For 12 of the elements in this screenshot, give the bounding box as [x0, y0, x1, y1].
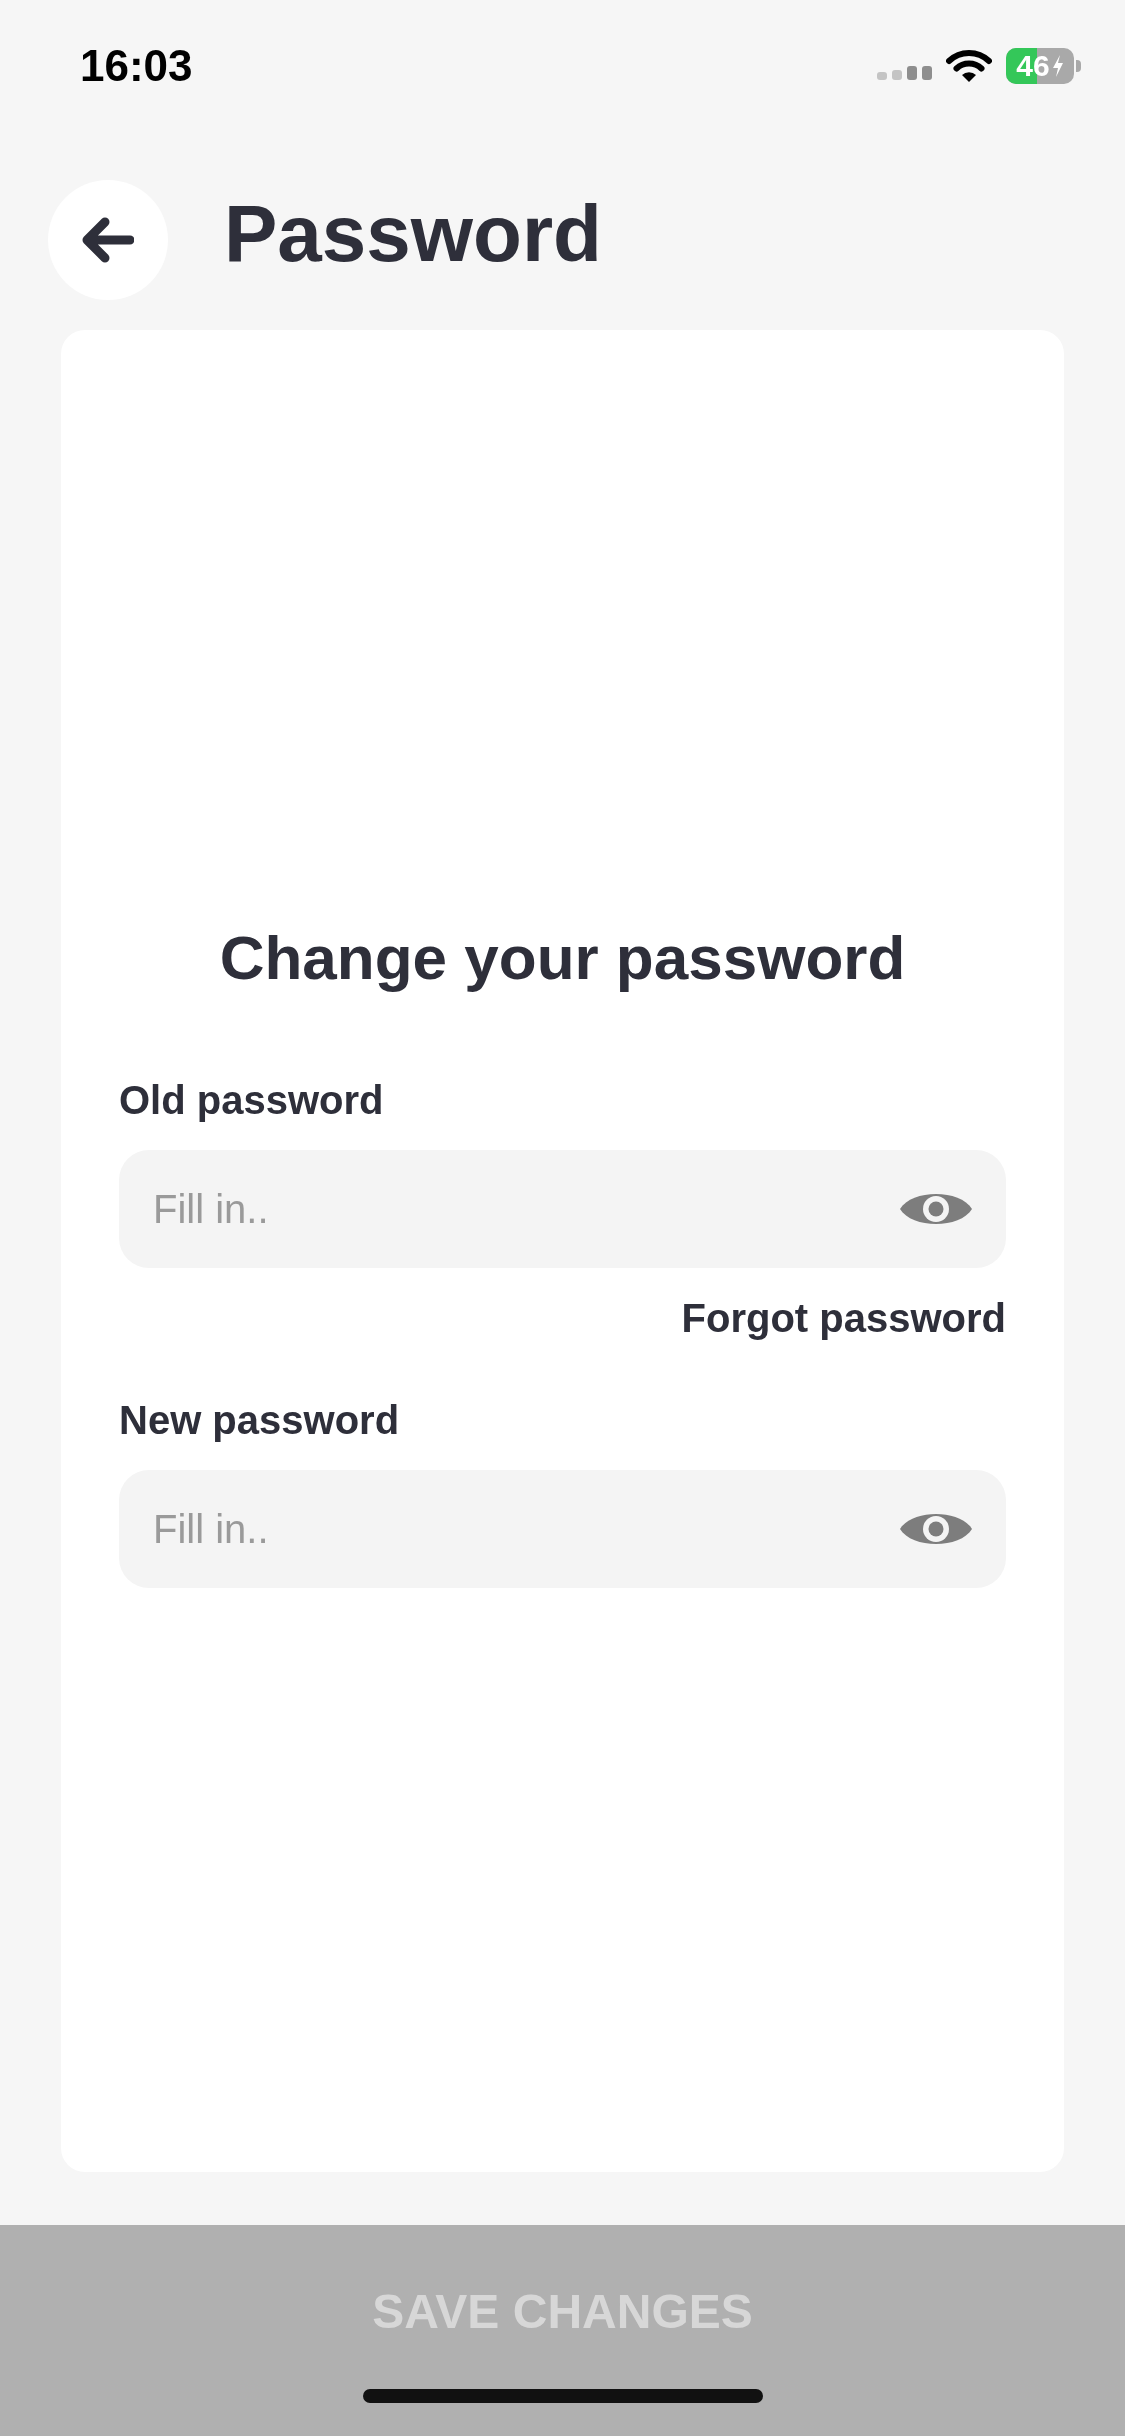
page-title: Password: [224, 188, 602, 280]
back-arrow-icon: [82, 217, 134, 263]
field-label: Old password: [119, 1077, 384, 1124]
password-field[interactable]: Fill in..: [119, 1150, 1006, 1268]
field-label: New password: [119, 1397, 400, 1444]
status-time: 16:03: [80, 40, 193, 92]
wifi-icon: [946, 49, 992, 83]
form-heading: Change your password: [219, 922, 906, 994]
password-field[interactable]: Fill in..: [119, 1470, 1006, 1588]
signal-bars-icon: [877, 64, 932, 80]
battery-tip: [1076, 60, 1081, 72]
forgot-password-link[interactable]: Forgot password: [681, 1294, 1006, 1342]
